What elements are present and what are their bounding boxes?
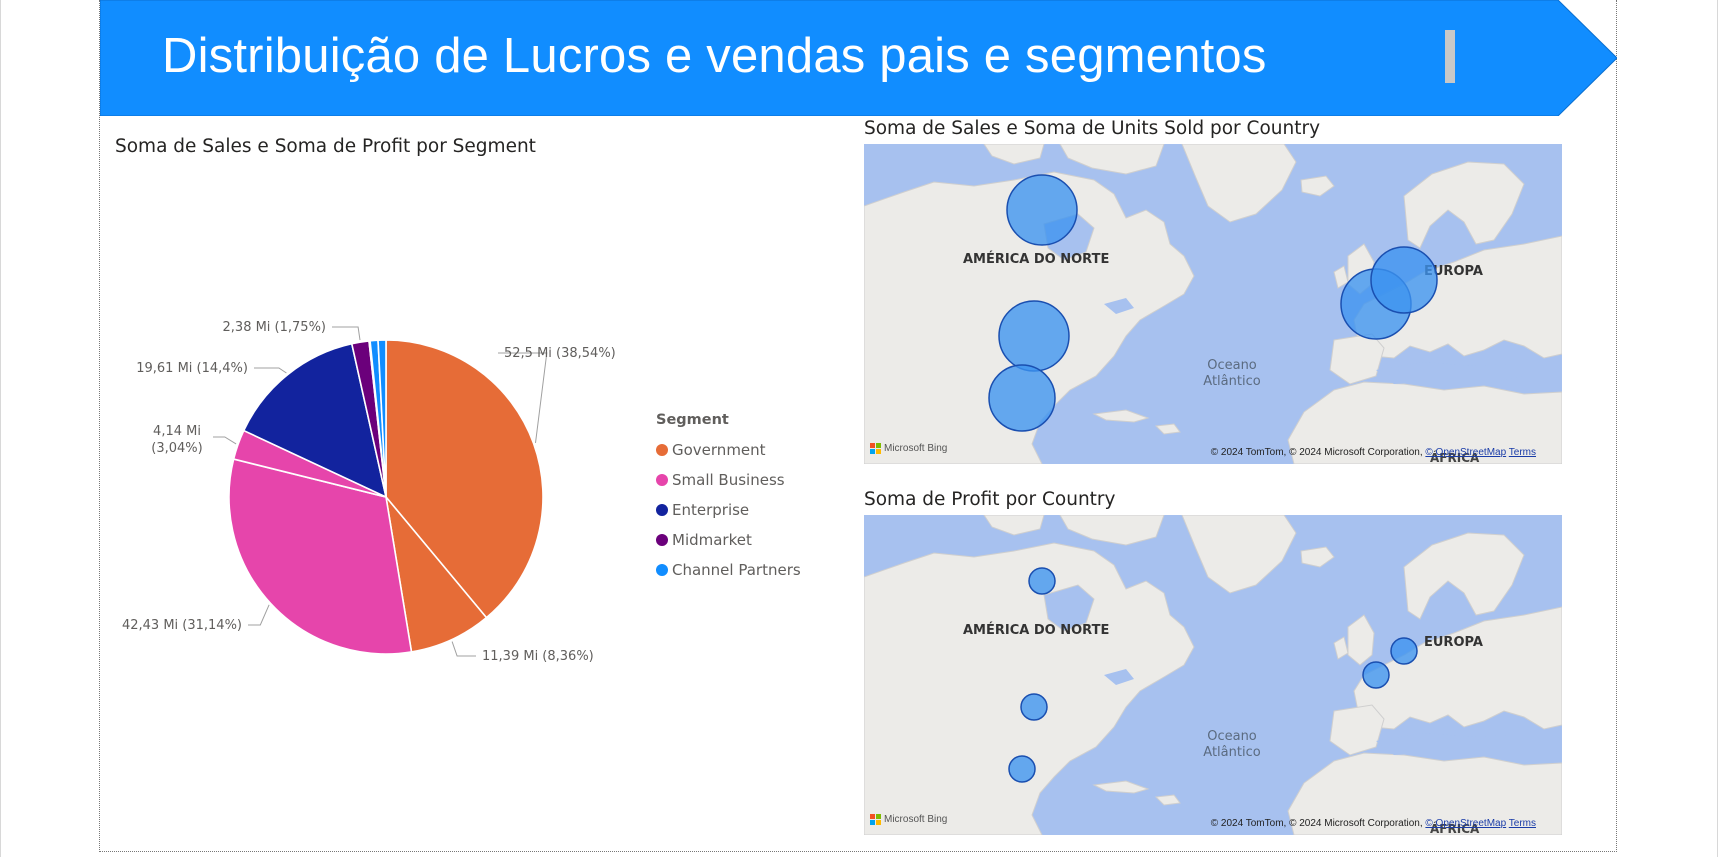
map-label-ocean: Oceano [1207,729,1257,744]
map-bubble[interactable] [988,364,1056,432]
pie-data-label: 2,38 Mi (1,75%) [223,320,326,335]
map-bubble[interactable] [1370,246,1438,314]
map-bubble[interactable] [1020,693,1048,721]
legend-dot [656,474,668,486]
banner-divider-bar [1445,30,1455,83]
map-label-north-america: AMÉRICA DO NORTE [963,251,1109,267]
legend-dot [656,564,668,576]
pie-data-label: 42,43 Mi (31,14%) [122,618,242,633]
map-label-ocean: Oceano [1207,358,1257,373]
header-banner: Distribuição de Lucros e vendas pais e s… [100,0,1617,116]
terms-link[interactable]: Terms [1509,447,1536,458]
legend-label: Small Business [672,471,785,489]
legend-dot [656,504,668,516]
map-canvas: AMÉRICA DO NORTEEUROPAOceanoAtlânticoÁFR… [864,144,1562,464]
map-attribution: © 2024 TomTom, © 2024 Microsoft Corporat… [1211,818,1536,829]
map-canvas: AMÉRICA DO NORTEEUROPAOceanoAtlânticoÁFR… [864,515,1562,835]
pie-leader-line [213,436,237,445]
pie-data-label: 4,14 Mi [153,424,201,439]
microsoft-logo-icon [870,443,881,454]
legend-label: Midmarket [672,531,752,549]
map-bubble[interactable] [1390,637,1418,665]
map-bubble[interactable] [998,300,1070,372]
sales-map-visual[interactable]: AMÉRICA DO NORTE EUROPA Oceano Atlântico ÁFR… [864,144,1562,464]
legend-item-small-business[interactable]: Small Business [656,465,801,495]
map-label-ocean: Atlântico [1203,745,1260,760]
legend-label: Government [672,441,766,459]
bing-label: Microsoft Bing [884,814,948,825]
bing-label: Microsoft Bing [884,443,948,454]
legend-title: Segment [656,412,729,428]
openstreetmap-link[interactable]: © OpenStreetMap [1425,818,1506,829]
pie-legend: Segment Government Small Business Enterp… [656,412,801,585]
map-label-ocean: Atlântico [1203,374,1260,389]
legend-item-channel-partners[interactable]: Channel Partners [656,555,801,585]
attribution-text: © 2024 TomTom, © 2024 Microsoft Corporat… [1210,818,1426,829]
legend-label: Enterprise [672,501,750,519]
pie-data-label: 11,39 Mi (8,36%) [482,649,594,664]
bing-logo: Microsoft Bing [870,814,947,825]
sales-map-title: Soma de Sales e Soma de Units Sold por C… [864,118,1321,139]
pie-leader-line [451,641,476,657]
pie-leader-line [248,604,270,626]
legend-item-government[interactable]: Government [656,435,801,465]
pie-leader-line [332,326,361,341]
legend-dot [656,444,668,456]
bing-logo: Microsoft Bing [870,443,947,454]
terms-link[interactable]: Terms [1509,818,1536,829]
map-bubble[interactable] [1362,661,1390,689]
page-left-edge [0,0,1,857]
map-label-europe: EUROPA [1424,635,1483,650]
attribution-text: © 2024 TomTom, © 2024 Microsoft Corporat… [1210,447,1426,458]
pie-leader-line [254,367,287,374]
map-bubble[interactable] [1006,174,1078,246]
microsoft-logo-icon [870,814,881,825]
pie-data-label: 19,61 Mi (14,4%) [136,361,248,376]
openstreetmap-link[interactable]: © OpenStreetMap [1425,447,1506,458]
profit-map-visual[interactable]: AMÉRICA DO NORTE EUROPA Oceano Atlântico ÁFR… [864,515,1562,835]
legend-dot [656,534,668,546]
map-bubble[interactable] [1008,755,1036,783]
legend-label: Channel Partners [672,561,801,579]
map-label-north-america: AMÉRICA DO NORTE [963,622,1109,638]
map-attribution: © 2024 TomTom, © 2024 Microsoft Corporat… [1211,447,1536,458]
profit-map-title: Soma de Profit por Country [864,489,1116,510]
pie-data-label: (3,04%) [151,441,202,456]
legend-item-midmarket[interactable]: Midmarket [656,525,801,555]
pie-data-label: 52,5 Mi (38,54%) [504,346,616,361]
page-title: Distribuição de Lucros e vendas pais e s… [162,29,1267,83]
map-bubble[interactable] [1028,567,1056,595]
legend-item-enterprise[interactable]: Enterprise [656,495,801,525]
